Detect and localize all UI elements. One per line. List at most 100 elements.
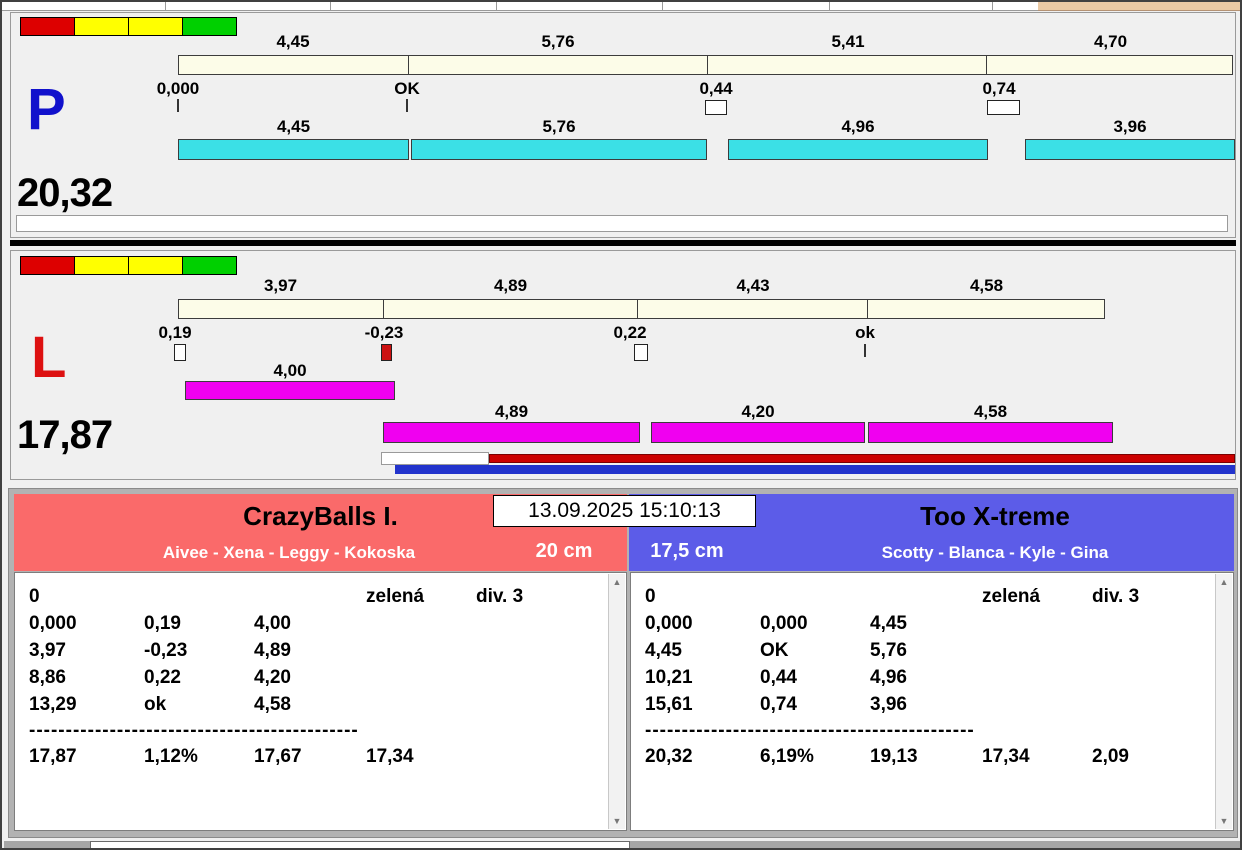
player-letter-p: P xyxy=(27,77,66,142)
cell: 8,86 xyxy=(29,666,66,688)
left-table-scrollbar[interactable]: ▲ ▼ xyxy=(608,574,625,829)
progress-strip-p xyxy=(16,215,1228,232)
segment-label: 4,43 xyxy=(736,276,770,295)
table-row: 15,61 0,74 3,96 xyxy=(645,691,1211,718)
marker-tick xyxy=(406,99,408,112)
segment-label: 4,45 xyxy=(276,32,310,51)
value-bar-cyan xyxy=(411,139,707,160)
segment-labels-p: 4,45 5,76 5,41 4,70 xyxy=(178,32,1233,52)
status-light-yellow xyxy=(74,17,129,36)
scroll-up-icon[interactable]: ▲ xyxy=(609,574,625,590)
status-light-yellow xyxy=(128,17,183,36)
top-strip-separator xyxy=(829,2,830,10)
table-row: 0,000 0,19 4,00 xyxy=(29,610,604,637)
top-strip-separator xyxy=(330,2,331,10)
horizontal-scrollbar[interactable] xyxy=(4,841,1240,848)
cell: 0,000 xyxy=(29,612,77,634)
bar-label: 4,45 xyxy=(276,117,311,136)
table-row: 0 zelená div. 3 xyxy=(645,583,1211,610)
table-total-row: 20,32 6,19% 19,13 17,34 2,09 xyxy=(645,743,1211,770)
scroll-down-icon[interactable]: ▼ xyxy=(609,813,625,829)
app-window: 4,45 5,76 5,41 4,70 0,000 OK 0,44 0,74 P… xyxy=(0,0,1242,850)
cell: zelená xyxy=(366,585,425,607)
segment-label: 5,76 xyxy=(541,32,575,51)
bar-label: 5,76 xyxy=(542,117,576,136)
marker-label: 0,22 xyxy=(613,323,647,342)
measure-bar-segment xyxy=(384,300,639,318)
team-left-distance: 20 cm xyxy=(535,540,593,562)
cell: div. 3 xyxy=(476,585,524,607)
marker-box xyxy=(987,100,1020,115)
top-strip-separator xyxy=(496,2,497,10)
segment-labels-l: 3,97 4,89 4,43 4,58 xyxy=(178,276,1105,296)
cell: 4,58 xyxy=(254,693,291,715)
horizontal-scrollbar-thumb[interactable] xyxy=(90,841,630,848)
datetime: 13.09.2025 15:10:13 xyxy=(493,495,756,527)
cell: 6,19% xyxy=(760,745,814,767)
measure-bar-segment xyxy=(987,56,1232,74)
cell: 3,96 xyxy=(870,693,907,715)
cell: 17,34 xyxy=(982,745,1030,767)
cell: ok xyxy=(144,693,167,715)
value-bar-magenta xyxy=(185,381,395,400)
cell: 15,61 xyxy=(645,693,693,715)
measure-bar-segment xyxy=(179,300,384,318)
value-bar-cyan xyxy=(728,139,988,160)
value-bar-magenta xyxy=(868,422,1113,443)
cell: 0 xyxy=(645,585,656,607)
team-right-players: Scotty - Blanca - Kyle - Gina xyxy=(881,543,1109,562)
segment-label: 5,41 xyxy=(831,32,865,51)
marker-label: 0,19 xyxy=(158,323,192,342)
cell: 4,20 xyxy=(254,666,291,688)
cell: 4,45 xyxy=(645,639,682,661)
cell: OK xyxy=(760,639,789,661)
status-light-yellow xyxy=(74,256,129,275)
table-row: 0,000 0,000 4,45 xyxy=(645,610,1211,637)
cell: 10,21 xyxy=(645,666,693,688)
cell: 5,76 xyxy=(870,639,907,661)
status-light-yellow xyxy=(128,256,183,275)
marker-label: ok xyxy=(855,323,875,342)
team-left-players: Aivee - Xena - Leggy - Kokoska xyxy=(162,543,416,562)
scroll-down-icon[interactable]: ▼ xyxy=(1216,813,1232,829)
scroll-up-icon[interactable]: ▲ xyxy=(1216,574,1232,590)
bar-label: 4,20 xyxy=(741,402,775,421)
cell: 1,12% xyxy=(144,745,198,767)
cell: 4,96 xyxy=(870,666,907,688)
blue-stripe xyxy=(395,465,1235,474)
cell: 0,44 xyxy=(760,666,797,688)
score-table-left: 0 zelená div. 3 0,000 0,19 4,00 3,97 -0,… xyxy=(14,572,627,831)
bar-label: 4,96 xyxy=(841,117,875,136)
value-bar-cyan xyxy=(178,139,409,160)
cell: 20,32 xyxy=(645,745,693,767)
cell: zelená xyxy=(982,585,1041,607)
cell: 0 xyxy=(29,585,40,607)
cell: div. 3 xyxy=(1092,585,1140,607)
cell: 0,000 xyxy=(645,612,693,634)
cell: 4,00 xyxy=(254,612,291,634)
bar-label: 4,58 xyxy=(973,402,1008,421)
cell: 4,89 xyxy=(254,639,291,661)
score-table-left-body: 0 zelená div. 3 0,000 0,19 4,00 3,97 -0,… xyxy=(29,583,604,770)
status-light-red xyxy=(20,256,75,275)
top-strip-separator xyxy=(992,2,993,10)
bar-label: 4,89 xyxy=(494,402,529,421)
table-row: 3,97 -0,23 4,89 xyxy=(29,637,604,664)
cell: 13,29 xyxy=(29,693,77,715)
marker-label: 0,44 xyxy=(699,79,733,98)
team-right-distance: 17,5 cm xyxy=(650,540,724,562)
panel-p: 4,45 5,76 5,41 4,70 0,000 OK 0,44 0,74 P… xyxy=(10,12,1236,238)
segment-label: 4,58 xyxy=(969,276,1004,295)
score-table-right: 0 zelená div. 3 0,000 0,000 4,45 4,45 OK xyxy=(630,572,1234,831)
scoreboard: CrazyBalls I. Aivee - Xena - Leggy - Kok… xyxy=(8,488,1238,838)
cell: 0,000 xyxy=(760,612,808,634)
status-light-red xyxy=(20,17,75,36)
marker-box-red xyxy=(381,344,392,361)
player-letter-l: L xyxy=(31,325,67,390)
total-p: 20,32 xyxy=(17,171,113,215)
cell: 2,09 xyxy=(1092,745,1129,767)
cell: -0,23 xyxy=(144,639,188,661)
marker-label: 0,000 xyxy=(156,79,200,98)
right-table-scrollbar[interactable]: ▲ ▼ xyxy=(1215,574,1232,829)
top-strip xyxy=(2,2,1038,11)
